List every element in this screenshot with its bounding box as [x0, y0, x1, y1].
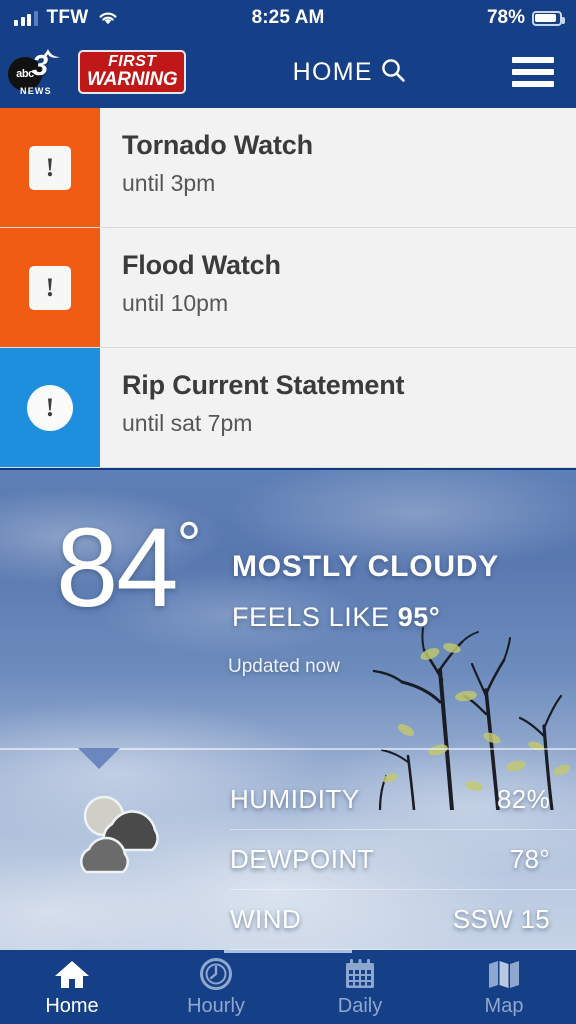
alert-severity-block: !	[0, 348, 100, 467]
detail-value: SSW 15	[452, 904, 550, 934]
detail-row-humidity: HUMIDITY 82%	[230, 770, 576, 830]
nav-label: Map	[484, 994, 524, 1017]
nav-item-hourly[interactable]: Hourly	[144, 950, 288, 1024]
condition-text: MOSTLY CLOUDY	[232, 550, 500, 583]
nav-item-daily[interactable]: Daily	[288, 950, 432, 1024]
hamburger-menu-icon[interactable]	[512, 57, 554, 87]
header-right	[512, 57, 576, 87]
status-bar: TFW 8:25 AM 78%	[0, 0, 576, 36]
status-bar-time: 8:25 AM	[251, 7, 325, 28]
updated-timestamp: Updated now	[228, 656, 340, 677]
details-rows: HUMIDITY 82% DEWPOINT 78° WIND SSW 15	[230, 770, 576, 950]
nav-label: Daily	[337, 994, 383, 1017]
status-bar-right: 78%	[386, 7, 576, 29]
alert-title: Tornado Watch	[122, 130, 313, 160]
status-bar-left: TFW	[0, 7, 190, 29]
nav-accent-line	[224, 950, 352, 953]
chevron-down-icon	[78, 748, 120, 769]
first-warning-badge: FIRST WARNING	[78, 49, 187, 95]
detail-row-dewpoint: DEWPOINT 78°	[230, 830, 576, 890]
detail-label: HUMIDITY	[230, 784, 360, 814]
header-center: HOME	[186, 57, 512, 88]
alert-subtitle: until sat 7pm	[122, 410, 253, 436]
battery-percent-label: 78%	[486, 7, 525, 28]
home-icon	[53, 957, 91, 991]
alert-severity-block: !	[0, 228, 100, 347]
current-details-panel: HUMIDITY 82% DEWPOINT 78° WIND SSW 15	[0, 770, 576, 950]
alert-severity-block: !	[0, 108, 100, 227]
detail-value: 82%	[497, 784, 550, 814]
nav-item-home[interactable]: Home	[0, 950, 144, 1024]
signal-bars-icon	[14, 10, 38, 26]
current-temperature: 84°	[56, 510, 202, 624]
mostly-cloudy-icon	[80, 795, 159, 874]
current-summary: 84° MOSTLY CLOUDY FEELS LIKE 95° Updated…	[0, 470, 576, 740]
seagull-icon	[38, 49, 60, 59]
station-logo[interactable]: abc 3 NEWS FIRST WARNING	[0, 49, 187, 96]
nav-item-map[interactable]: Map	[432, 950, 576, 1024]
alert-row-tornado-watch[interactable]: ! Tornado Watch until 3pm	[0, 108, 576, 228]
nav-label: Hourly	[187, 994, 245, 1017]
map-icon	[485, 957, 523, 991]
alert-title: Flood Watch	[122, 250, 281, 280]
alert-title: Rip Current Statement	[122, 370, 405, 400]
alert-row-flood-watch[interactable]: ! Flood Watch until 10pm	[0, 228, 576, 348]
exclamation-square-icon: !	[29, 265, 71, 310]
first-warning-line2: WARNING	[87, 68, 178, 90]
temperature-value: 84	[56, 505, 179, 630]
alert-subtitle: until 3pm	[122, 170, 216, 196]
alert-body: Tornado Watch until 3pm	[100, 108, 576, 227]
exclamation-circle-icon: !	[27, 384, 73, 431]
news-wordmark: NEWS	[20, 86, 52, 96]
detail-label: DEWPOINT	[230, 844, 375, 874]
bottom-navigation: Home Hourly Daily Map	[0, 950, 576, 1024]
detail-value: 78°	[509, 844, 550, 874]
alert-row-rip-current-statement[interactable]: ! Rip Current Statement until sat 7pm	[0, 348, 576, 468]
alert-body: Flood Watch until 10pm	[100, 228, 576, 347]
alert-subtitle: until 10pm	[122, 290, 229, 316]
battery-icon	[531, 10, 565, 26]
nav-label: Home	[45, 994, 99, 1017]
current-conditions-hero[interactable]: 84° MOSTLY CLOUDY FEELS LIKE 95° Updated…	[0, 470, 576, 950]
first-warning-line1: FIRST	[108, 52, 157, 70]
feels-like-label: FEELS LIKE	[232, 602, 390, 632]
degree-symbol: °	[176, 510, 202, 579]
app-header: abc 3 NEWS FIRST WARNING HOME	[0, 36, 576, 108]
exclamation-square-icon: !	[29, 145, 71, 190]
feels-like: FEELS LIKE 95°	[232, 602, 440, 633]
carrier-label: TFW	[46, 7, 89, 28]
calendar-icon	[341, 957, 379, 991]
clock-icon	[197, 957, 235, 991]
page-title: HOME	[292, 57, 373, 86]
weather-app-screen: TFW 8:25 AM 78% abc 3 NEWS FIRST WARNING…	[0, 0, 576, 1024]
abc-news-logo: abc 3 NEWS	[8, 49, 74, 96]
alert-body: Rip Current Statement until sat 7pm	[100, 348, 576, 467]
search-icon[interactable]	[380, 57, 406, 88]
alerts-list: ! Tornado Watch until 3pm ! Flood Watch …	[0, 108, 576, 468]
feels-like-value: 95°	[397, 602, 441, 632]
detail-label: WIND	[230, 904, 302, 934]
wifi-icon	[98, 11, 118, 26]
detail-row-wind: WIND SSW 15	[230, 890, 576, 950]
